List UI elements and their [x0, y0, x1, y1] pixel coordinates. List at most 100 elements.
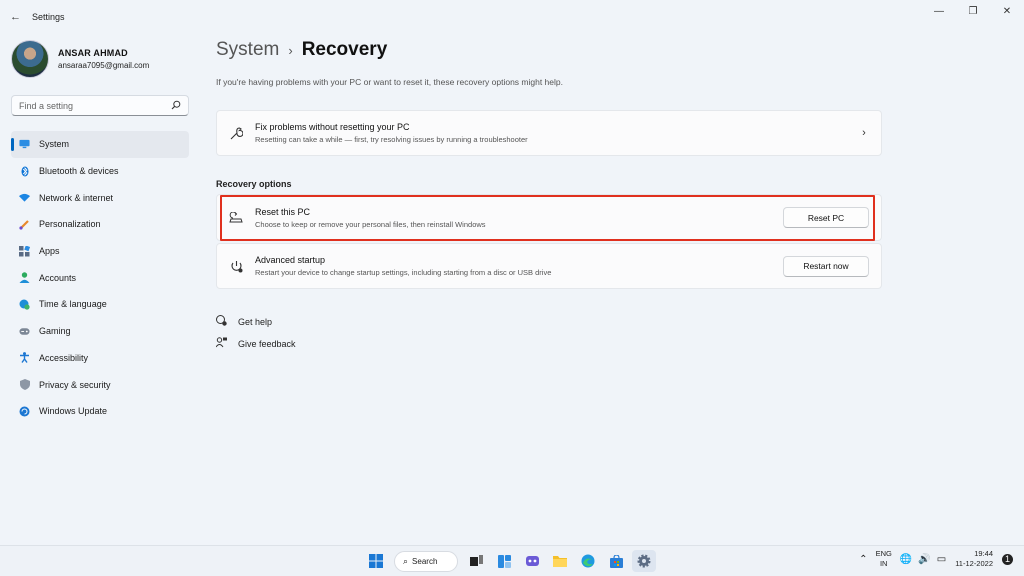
- avatar: [11, 40, 49, 78]
- advanced-startup-desc: Restart your device to change startup se…: [255, 268, 552, 277]
- lang-bottom: IN: [879, 559, 888, 568]
- search-input[interactable]: [19, 100, 171, 111]
- sidebar-item-label: Apps: [39, 246, 60, 257]
- start-icon[interactable]: [364, 550, 388, 572]
- task-view-icon[interactable]: [464, 550, 488, 572]
- give-feedback-label: Give feedback: [238, 339, 296, 349]
- person-icon: [19, 272, 30, 284]
- reset-pc-desc: Choose to keep or remove your personal f…: [255, 219, 486, 229]
- minimize-icon[interactable]: —: [922, 0, 956, 22]
- shield-icon: [19, 379, 30, 391]
- fix-problems-title: Fix problems without resetting your PC: [255, 122, 410, 132]
- reset-pc-button[interactable]: Reset PC: [783, 207, 869, 228]
- maximize-icon[interactable]: ❐: [956, 0, 990, 22]
- chat-icon[interactable]: [520, 550, 544, 572]
- chevron-right-icon: ›: [862, 127, 866, 139]
- fix-problems-desc: Resetting can take a while — first, try …: [255, 135, 528, 144]
- system-tray: ⌃ ENG IN 🌐 🔊 ▭ 19:44 11-12-2022 1: [856, 549, 1016, 569]
- file-explorer-icon[interactable]: [548, 550, 572, 572]
- sidebar-item-label: Privacy & security: [39, 379, 111, 390]
- search-icon: ⌕: [403, 555, 409, 566]
- page-description: If you're having problems with your PC o…: [216, 77, 563, 87]
- lang-top: ENG: [875, 549, 892, 558]
- get-help-label: Get help: [238, 317, 273, 327]
- bluetooth-icon: [19, 166, 30, 177]
- globe-icon[interactable]: 🌐: [900, 554, 912, 565]
- sidebar-item-gaming[interactable]: Gaming: [11, 318, 189, 345]
- settings-gear-icon[interactable]: [632, 550, 656, 572]
- sidebar-item-bluetooth[interactable]: Bluetooth & devices: [11, 158, 189, 185]
- sidebar-item-label: Network & internet: [39, 192, 114, 203]
- chevron-right-icon: ›: [288, 42, 293, 58]
- sidebar-item-label: Windows Update: [39, 406, 108, 417]
- volume-icon[interactable]: 🔊: [918, 554, 930, 565]
- sidebar-item-accessibility[interactable]: Accessibility: [11, 345, 189, 372]
- give-feedback-link[interactable]: Give feedback: [215, 333, 296, 355]
- sidebar-item-label: Time & language: [39, 299, 107, 310]
- breadcrumb-parent[interactable]: System: [216, 39, 279, 61]
- advanced-startup-icon: [217, 260, 255, 273]
- edge-icon[interactable]: [576, 550, 600, 572]
- store-icon[interactable]: [604, 550, 628, 572]
- globe-clock-icon: [19, 299, 30, 310]
- wifi-icon: [19, 192, 30, 203]
- sidebar-item-time-language[interactable]: Time & language: [11, 291, 189, 318]
- window-controls: — ❐ ✕: [922, 0, 1024, 22]
- sidebar-item-label: Bluetooth & devices: [39, 166, 119, 177]
- wrench-icon: [217, 126, 255, 140]
- breadcrumb: System › Recovery: [216, 39, 387, 61]
- notification-badge-icon[interactable]: 1: [1002, 553, 1013, 565]
- reset-pc-icon: [217, 211, 255, 224]
- clock-time: 19:44: [974, 549, 993, 558]
- widgets-icon[interactable]: [492, 550, 516, 572]
- taskbar: ⌕ Search ⌃ ENG IN 🌐 🔊 ▭ 19:44 11-12-2022…: [0, 545, 1024, 576]
- advanced-startup-title: Advanced startup: [255, 255, 326, 265]
- sidebar-item-label: Gaming: [39, 326, 71, 337]
- title-bar: ← Settings — ❐ ✕: [0, 0, 1024, 34]
- help-icon: [216, 315, 238, 329]
- sidebar-item-label: Personalization: [39, 219, 101, 230]
- update-icon: [19, 406, 30, 417]
- brush-icon: [19, 219, 30, 230]
- sidebar-nav: System Bluetooth & devices Network & int…: [11, 131, 189, 425]
- sidebar-item-label: System: [39, 139, 70, 150]
- clock-date: 11-12-2022: [955, 559, 993, 568]
- sidebar-item-network[interactable]: Network & internet: [11, 184, 189, 211]
- sidebar-item-label: Accessibility: [39, 352, 89, 363]
- taskbar-search[interactable]: ⌕ Search: [394, 550, 458, 572]
- sidebar-item-system[interactable]: System: [11, 131, 189, 158]
- page-title: Recovery: [301, 39, 388, 60]
- sidebar-item-personalization[interactable]: Personalization: [11, 211, 189, 238]
- sidebar-item-apps[interactable]: Apps: [11, 238, 189, 265]
- feedback-icon: [215, 337, 238, 351]
- chevron-up-icon[interactable]: ⌃: [859, 554, 867, 565]
- reset-pc-card: Reset this PC Choose to keep or remove y…: [216, 194, 882, 241]
- reset-pc-title: Reset this PC: [255, 206, 311, 217]
- apps-icon: [19, 245, 30, 257]
- advanced-startup-card: Advanced startup Restart your device to …: [216, 243, 882, 289]
- battery-icon[interactable]: ▭: [937, 554, 946, 565]
- sidebar-item-accounts[interactable]: Accounts: [11, 264, 189, 291]
- get-help-link[interactable]: Get help: [216, 311, 296, 333]
- sidebar-item-privacy-security[interactable]: Privacy & security: [11, 371, 189, 398]
- taskbar-search-label: Search: [412, 556, 438, 566]
- fix-problems-card[interactable]: Fix problems without resetting your PC R…: [216, 110, 882, 156]
- user-profile[interactable]: ANSAR AHMAD ansaraa7095@gmail.com: [11, 40, 149, 78]
- sidebar-item-label: Accounts: [39, 272, 77, 283]
- close-icon[interactable]: ✕: [990, 0, 1024, 22]
- language-indicator[interactable]: ENG IN: [876, 549, 892, 569]
- restart-now-button[interactable]: Restart now: [783, 255, 869, 277]
- profile-name: ANSAR AHMAD: [58, 48, 128, 58]
- gamepad-icon: [19, 326, 30, 337]
- help-links: Get help Give feedback: [215, 311, 296, 355]
- window-title: Settings: [32, 12, 65, 22]
- sidebar-item-windows-update[interactable]: Windows Update: [11, 398, 189, 425]
- back-arrow-icon[interactable]: ←: [10, 11, 24, 23]
- profile-email: ansaraa7095@gmail.com: [58, 61, 150, 70]
- search-box[interactable]: [11, 95, 189, 116]
- accessibility-icon: [19, 352, 30, 364]
- section-heading: Recovery options: [216, 179, 292, 189]
- clock[interactable]: 19:44 11-12-2022: [955, 549, 993, 569]
- monitor-icon: [19, 139, 30, 150]
- search-icon: [171, 100, 181, 112]
